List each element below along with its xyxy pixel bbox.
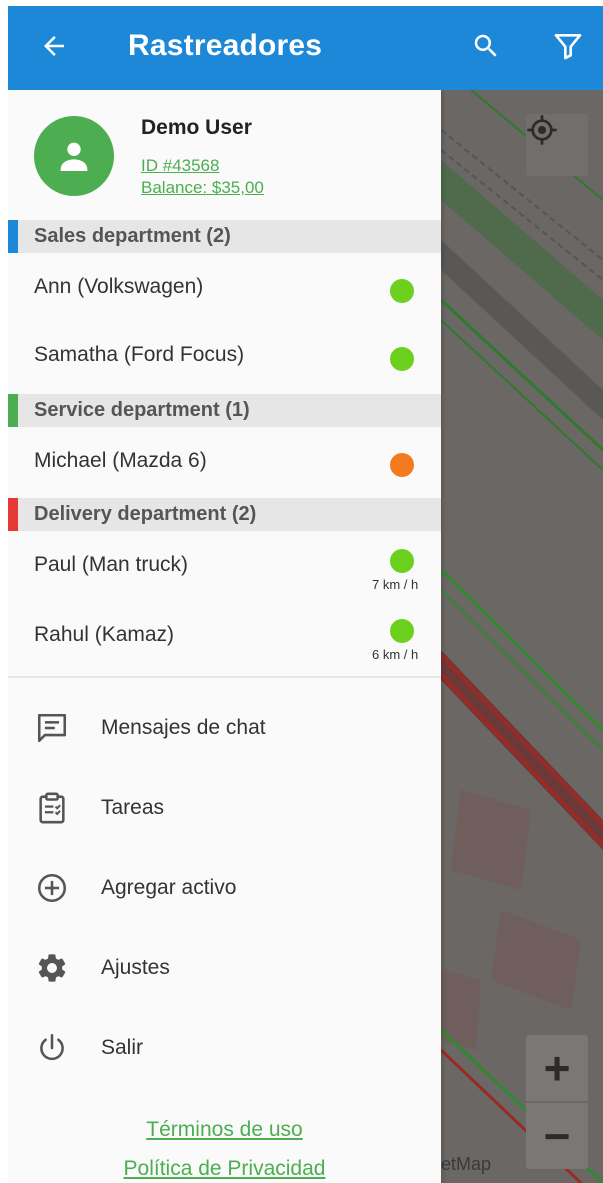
tracker-name: Paul (Man truck) bbox=[34, 553, 189, 576]
zoom-in-button[interactable]: + bbox=[526, 1035, 588, 1101]
avatar[interactable] bbox=[34, 116, 114, 196]
person-icon bbox=[60, 142, 88, 171]
map-attribution: etMap bbox=[441, 1154, 492, 1174]
tracker-speed: 7 km / h bbox=[372, 577, 419, 592]
menu-item-settings[interactable]: Ajustes bbox=[8, 924, 441, 1004]
group-header-service[interactable]: Service department (1) bbox=[8, 394, 441, 427]
menu-label: Ajustes bbox=[101, 956, 170, 979]
tracker-item[interactable]: Rahul (Kamaz) 6 km / h bbox=[8, 601, 441, 668]
navigation-drawer: Demo User ID #43568 Balance: $35,00 Sale… bbox=[8, 90, 441, 1183]
status-dot bbox=[390, 549, 414, 573]
search-button[interactable] bbox=[464, 24, 508, 68]
privacy-link[interactable]: Política de Privacidad bbox=[8, 1157, 441, 1181]
tracker-name: Ann (Volkswagen) bbox=[34, 275, 204, 298]
crosshair-icon bbox=[527, 115, 557, 145]
menu-label: Tareas bbox=[101, 796, 165, 819]
status-dot bbox=[390, 453, 414, 477]
map-view[interactable]: + − etMap bbox=[441, 90, 603, 1183]
group-label: Delivery department (2) bbox=[34, 503, 257, 525]
tracker-name: Rahul (Kamaz) bbox=[34, 623, 175, 646]
tracker-name: Michael (Mazda 6) bbox=[34, 449, 207, 472]
menu-label: Salir bbox=[101, 1036, 144, 1059]
terms-link[interactable]: Términos de uso bbox=[8, 1118, 441, 1142]
back-button[interactable] bbox=[34, 26, 74, 66]
user-balance-link[interactable]: Balance: $35,00 bbox=[141, 178, 264, 198]
status-dot bbox=[390, 619, 414, 643]
app-bar: Rastreadores bbox=[8, 6, 603, 90]
group-label: Sales department (2) bbox=[34, 225, 231, 247]
tracker-name: Samatha (Ford Focus) bbox=[34, 343, 245, 366]
menu-label: Agregar activo bbox=[101, 876, 237, 899]
group-label: Service department (1) bbox=[34, 399, 250, 421]
tracker-speed: 6 km / h bbox=[372, 647, 419, 662]
status-dot bbox=[390, 279, 414, 303]
arrow-back-icon bbox=[44, 36, 64, 56]
power-icon bbox=[34, 1030, 70, 1066]
user-profile: Demo User ID #43568 Balance: $35,00 bbox=[8, 90, 441, 220]
group-color-stripe bbox=[8, 220, 18, 253]
user-id-link[interactable]: ID #43568 bbox=[141, 156, 219, 176]
menu-divider bbox=[8, 676, 441, 678]
tracker-item[interactable]: Samatha (Ford Focus) bbox=[8, 321, 441, 388]
user-name: Demo User bbox=[141, 116, 252, 139]
filter-button[interactable] bbox=[546, 24, 590, 68]
tracker-item[interactable]: Michael (Mazda 6) bbox=[8, 427, 441, 494]
menu-item-tasks[interactable]: Tareas bbox=[8, 764, 441, 844]
menu-item-add-asset[interactable]: Agregar activo bbox=[8, 844, 441, 924]
menu-item-chat[interactable]: Mensajes de chat bbox=[8, 684, 441, 764]
gear-icon bbox=[34, 950, 70, 986]
my-location-button[interactable] bbox=[526, 114, 588, 176]
filter-icon bbox=[554, 34, 582, 60]
zoom-out-button[interactable]: − bbox=[526, 1103, 588, 1169]
group-header-delivery[interactable]: Delivery department (2) bbox=[8, 498, 441, 531]
tracker-item[interactable]: Paul (Man truck) 7 km / h bbox=[8, 531, 441, 598]
group-header-sales[interactable]: Sales department (2) bbox=[8, 220, 441, 253]
menu-item-logout[interactable]: Salir bbox=[8, 1004, 441, 1084]
map-tiles bbox=[441, 90, 603, 1183]
chat-icon bbox=[34, 710, 70, 746]
menu-label: Mensajes de chat bbox=[101, 716, 266, 739]
add-circle-icon bbox=[34, 870, 70, 906]
app-screen: Rastreadores + − etMap Demo User ID #435… bbox=[8, 6, 603, 1183]
group-color-stripe bbox=[8, 394, 18, 427]
page-title: Rastreadores bbox=[128, 29, 323, 62]
group-color-stripe bbox=[8, 498, 18, 531]
tracker-item[interactable]: Ann (Volkswagen) bbox=[8, 253, 441, 320]
search-icon bbox=[474, 34, 497, 57]
status-dot bbox=[390, 347, 414, 371]
tasks-icon bbox=[34, 790, 70, 826]
